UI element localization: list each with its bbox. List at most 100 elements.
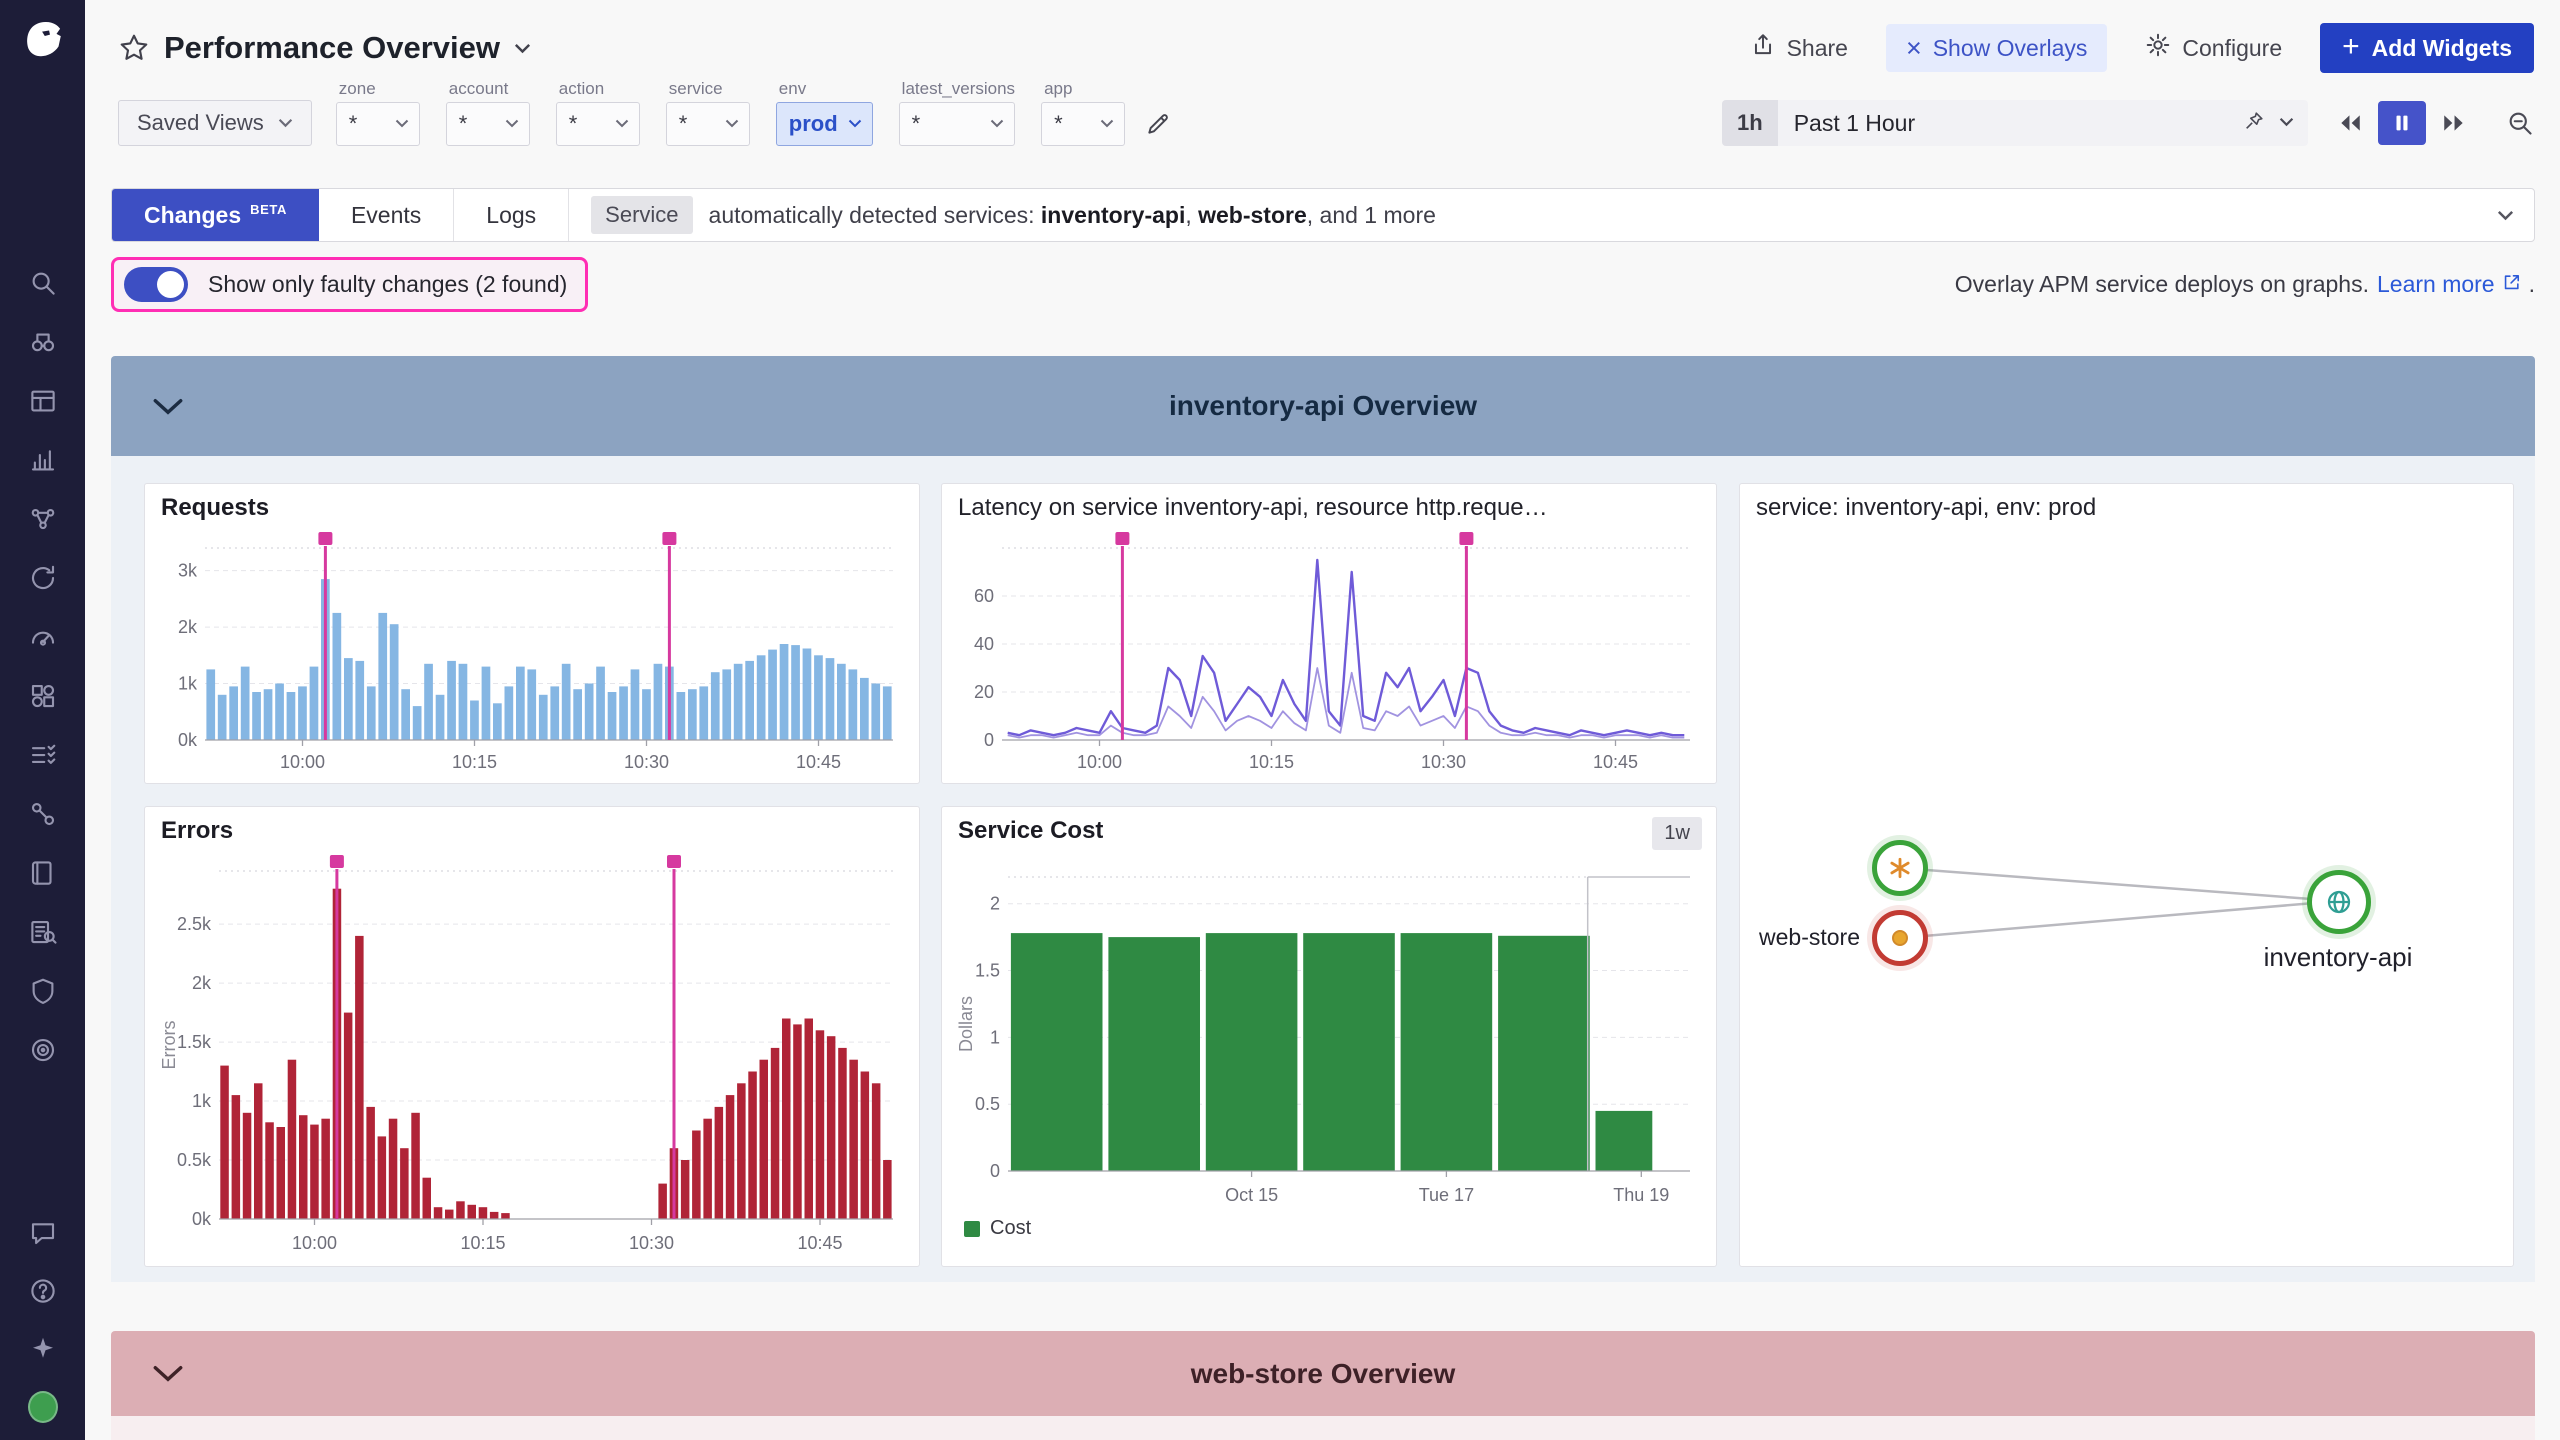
- top-actions: Share × Show Overlays Configure + Add Wi…: [1750, 23, 2534, 73]
- apm-icon[interactable]: [28, 504, 58, 534]
- configure-button[interactable]: Configure: [2145, 32, 2282, 64]
- synthetics-icon[interactable]: [28, 563, 58, 593]
- rum-icon[interactable]: [28, 622, 58, 652]
- pause-button[interactable]: [2378, 101, 2426, 145]
- service-node-web-store-error[interactable]: [1872, 910, 1928, 966]
- services-dropdown-chevron-icon[interactable]: [2497, 210, 2514, 221]
- web-store-section: web-store Overview: [111, 1331, 2535, 1440]
- dot-icon: [1888, 926, 1912, 950]
- filter-pill-latest_versions[interactable]: latest_versions*: [899, 79, 1015, 146]
- svg-text:2: 2: [990, 894, 1000, 914]
- collapse-chevron-icon[interactable]: [153, 1365, 183, 1382]
- dashboards-icon[interactable]: [28, 386, 58, 416]
- tab-bar: ChangesBETAEventsLogs Service automatica…: [111, 188, 2535, 242]
- tab-changes[interactable]: ChangesBETA: [112, 189, 319, 241]
- filter-pill-value: *: [569, 111, 578, 137]
- filter-pill-value-box[interactable]: *: [1041, 102, 1125, 146]
- metrics-icon[interactable]: [28, 445, 58, 475]
- filter-pill-name: account: [449, 79, 530, 99]
- integrations-icon[interactable]: [28, 681, 58, 711]
- show-overlays-button[interactable]: × Show Overlays: [1886, 24, 2107, 72]
- close-icon: ×: [1906, 35, 1922, 62]
- tab-logs[interactable]: Logs: [454, 189, 569, 241]
- chart-title-latency: Latency on service inventory-api, resour…: [958, 494, 1548, 522]
- time-chevron-icon[interactable]: [2279, 114, 2294, 132]
- faulty-changes-toggle[interactable]: [124, 267, 188, 302]
- time-range-picker[interactable]: 1h Past 1 Hour: [1722, 100, 2308, 146]
- toggle-knob: [157, 271, 184, 298]
- svg-text:60: 60: [974, 586, 994, 606]
- search-icon[interactable]: [28, 268, 58, 298]
- service-chip[interactable]: Service: [591, 196, 692, 234]
- collapse-chevron-icon[interactable]: [153, 398, 183, 415]
- filter-pill-value-box[interactable]: *: [899, 102, 1015, 146]
- logs-icon[interactable]: [28, 858, 58, 888]
- cost-legend[interactable]: Cost: [964, 1217, 1031, 1240]
- add-widgets-button[interactable]: + Add Widgets: [2320, 23, 2534, 73]
- pin-icon[interactable]: [2243, 110, 2265, 137]
- latency-chart[interactable]: 020406010:0010:1510:3010:45: [956, 530, 1702, 781]
- chat-icon[interactable]: [28, 1218, 58, 1248]
- filter-pill-account[interactable]: account *: [446, 79, 530, 146]
- security-icon[interactable]: [28, 976, 58, 1006]
- ai-assistant-icon[interactable]: [28, 1334, 58, 1364]
- service-node-web-store-endpoint[interactable]: [1872, 840, 1928, 896]
- filter-pill-value-box[interactable]: *: [446, 102, 530, 146]
- filter-pill-action[interactable]: action*: [556, 79, 640, 146]
- edit-filters-icon[interactable]: [1145, 111, 1171, 137]
- learn-more-link[interactable]: Learn more: [2377, 271, 2521, 298]
- filter-pill-name: env: [779, 79, 873, 99]
- filter-pill-env[interactable]: env prod: [776, 79, 873, 146]
- inventory-api-section-header[interactable]: inventory-api Overview: [111, 356, 2535, 456]
- monitors-icon[interactable]: [28, 740, 58, 770]
- add-widgets-label: Add Widgets: [2372, 35, 2512, 62]
- datadog-logo[interactable]: [0, 0, 85, 80]
- time-cluster: 1h Past 1 Hour: [1722, 100, 2534, 146]
- requests-chart[interactable]: 0k1k2k3k10:0010:1510:3010:45: [159, 530, 905, 781]
- watchdog-icon[interactable]: [28, 327, 58, 357]
- page-title[interactable]: Performance Overview: [164, 30, 500, 66]
- filter-pill-value-box[interactable]: *: [666, 102, 750, 146]
- web-store-section-header[interactable]: web-store Overview: [111, 1331, 2535, 1416]
- service-cost-chart[interactable]: 00.511.52Oct 15Tue 17Thu 19Dollars: [956, 853, 1702, 1214]
- svg-text:0: 0: [984, 730, 994, 750]
- zoom-out-icon[interactable]: [2506, 109, 2534, 137]
- svg-text:10:30: 10:30: [624, 752, 669, 772]
- svg-text:2.5k: 2.5k: [177, 914, 212, 934]
- filter-pill-value: *: [459, 111, 468, 137]
- service-node-inventory-api[interactable]: [2307, 870, 2371, 934]
- errors-panel: Errors 0k0.5k1k1.5k2k2.5k10:0010:1510:30…: [144, 806, 920, 1267]
- share-icon: [1750, 32, 1776, 64]
- filter-pill-value-box[interactable]: *: [556, 102, 640, 146]
- filter-pill-value-box[interactable]: prod: [776, 102, 873, 146]
- sidebar-bottom-nav: [0, 1218, 85, 1422]
- siem-icon[interactable]: [28, 1035, 58, 1065]
- filter-pill-app[interactable]: app*: [1041, 79, 1125, 146]
- playback-controls: [2326, 101, 2478, 145]
- help-icon[interactable]: [28, 1276, 58, 1306]
- title-chevron-icon[interactable]: [514, 43, 531, 54]
- backward-button[interactable]: [2326, 101, 2374, 145]
- map-label-web-store[interactable]: web-store: [1748, 924, 1860, 951]
- svg-text:2k: 2k: [178, 617, 198, 637]
- filter-pill-service[interactable]: service*: [666, 79, 750, 146]
- map-label-inventory-api[interactable]: inventory-api: [2198, 942, 2478, 973]
- svg-text:10:30: 10:30: [1421, 752, 1466, 772]
- service-map-edges: [1740, 484, 2513, 1266]
- toggle-row: Show only faulty changes (2 found) Overl…: [111, 250, 2535, 318]
- ci-cd-icon[interactable]: [28, 799, 58, 829]
- errors-chart[interactable]: 0k0.5k1k1.5k2k2.5k10:0010:1510:3010:45Er…: [159, 853, 905, 1262]
- user-avatar-icon[interactable]: [28, 1392, 58, 1422]
- external-link-icon: [2502, 271, 2521, 298]
- filter-pill-zone[interactable]: zone*: [336, 79, 420, 146]
- tab-events[interactable]: Events: [319, 189, 454, 241]
- svg-text:10:45: 10:45: [797, 1233, 842, 1253]
- share-button[interactable]: Share: [1750, 32, 1848, 64]
- favorite-star-icon[interactable]: [118, 32, 150, 64]
- detected-services-text[interactable]: automatically detected services: invento…: [709, 202, 1436, 229]
- forward-button[interactable]: [2430, 101, 2478, 145]
- filter-pill-value-box[interactable]: *: [336, 102, 420, 146]
- overlay-note-text: Overlay APM service deploys on graphs.: [1955, 271, 2369, 298]
- saved-views-button[interactable]: Saved Views: [118, 100, 312, 146]
- log-explorer-icon[interactable]: [28, 917, 58, 947]
